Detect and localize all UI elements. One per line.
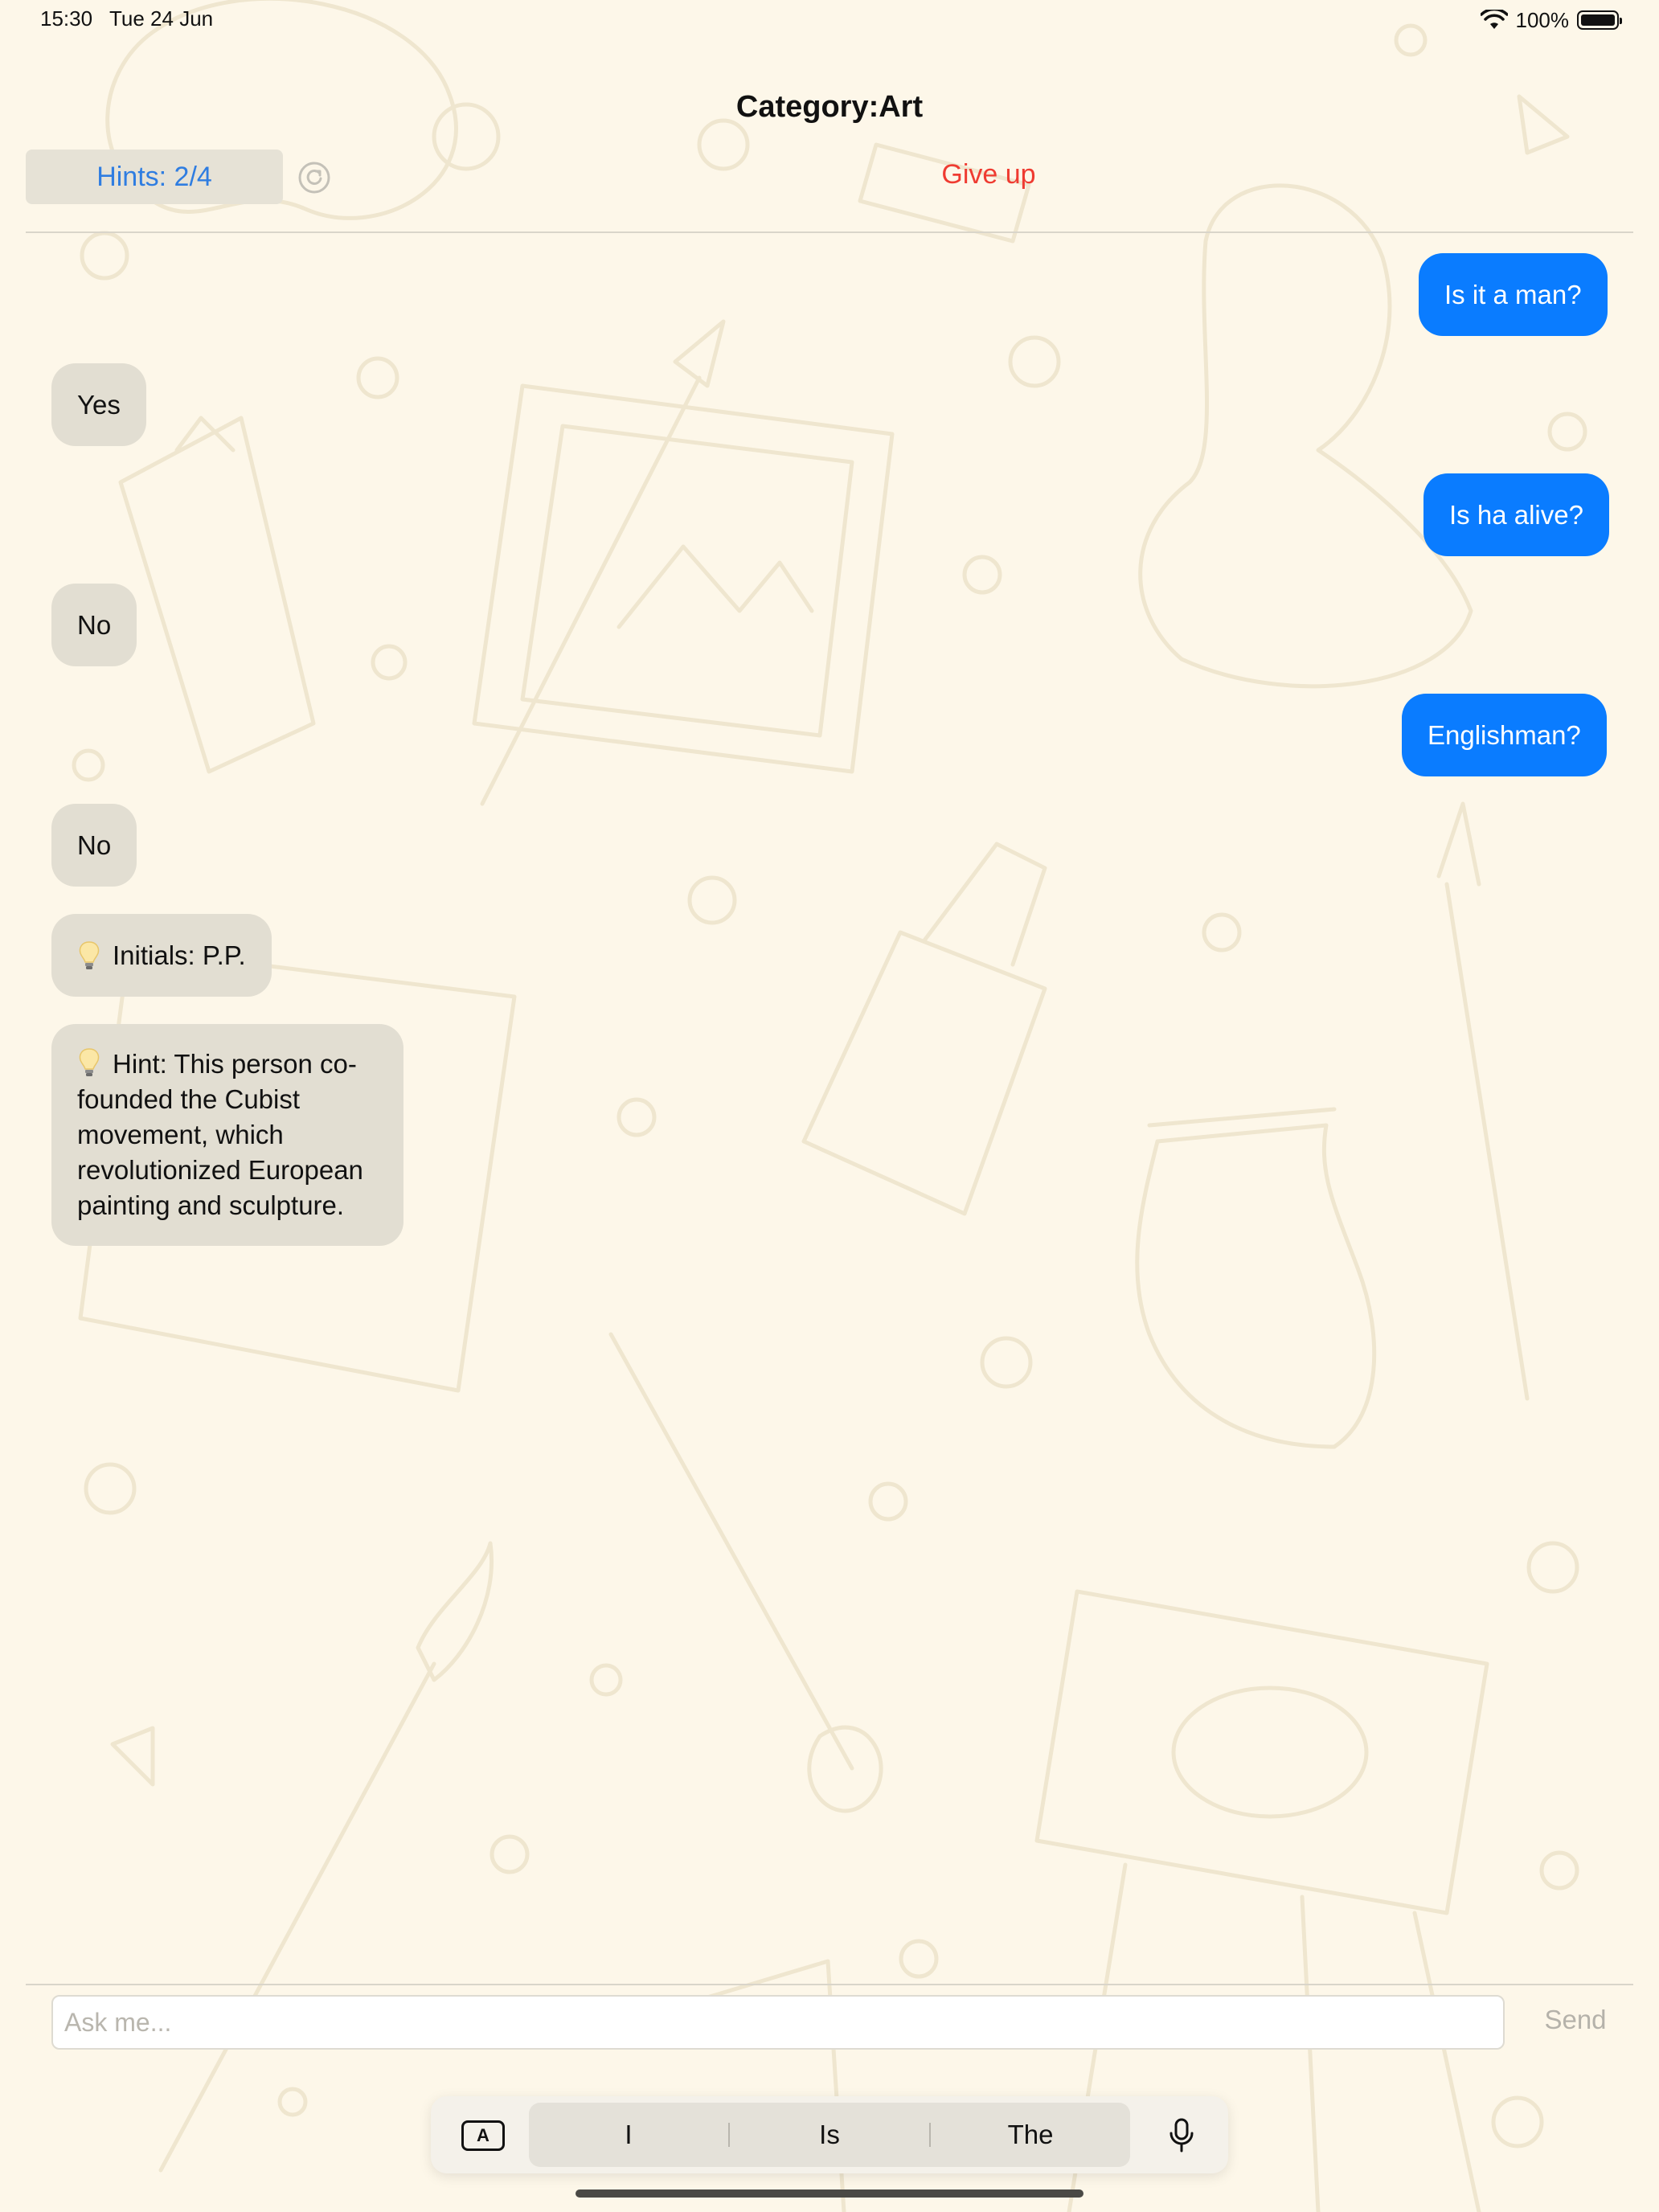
keyboard-suggestion-bar: A I Is The <box>431 2096 1228 2173</box>
message-text: No <box>77 609 112 640</box>
message-bubble-outgoing: Englishman? <box>1402 694 1607 776</box>
message-bubble-outgoing: Is ha alive? <box>1423 473 1609 556</box>
battery-percentage: 100% <box>1515 7 1570 32</box>
status-time: 15:30 <box>40 6 93 31</box>
suggestion-word[interactable]: The <box>931 2120 1130 2150</box>
battery-icon <box>1577 10 1622 30</box>
composer-divider <box>26 1984 1633 1985</box>
lightbulb-icon <box>79 940 100 969</box>
message-bubble-incoming: No <box>51 584 137 666</box>
wifi-icon <box>1480 10 1508 29</box>
microphone-icon[interactable] <box>1165 2117 1198 2154</box>
give-up-button[interactable]: Give up <box>908 159 1069 190</box>
message-text: Initials: P.P. <box>113 940 246 970</box>
message-text: Englishman? <box>1428 719 1581 750</box>
page-title: Category:Art <box>735 90 924 124</box>
home-indicator[interactable] <box>576 2189 1083 2198</box>
refresh-icon[interactable] <box>297 161 331 195</box>
lightbulb-icon <box>79 1048 100 1076</box>
hint-bubble: Hint: This person co-founded the Cubist … <box>51 1024 403 1246</box>
hint-bubble: Initials: P.P. <box>51 914 272 997</box>
keyboard-toggle-icon[interactable]: A <box>461 2120 505 2151</box>
message-text: Hint: This person co-founded the Cubist … <box>77 1049 363 1220</box>
suggestion-word[interactable]: I <box>529 2120 728 2150</box>
send-button[interactable]: Send <box>1527 2005 1624 2035</box>
status-date: Tue 24 Jun <box>109 6 214 31</box>
message-text: Is it a man? <box>1444 279 1582 309</box>
suggestion-word[interactable]: Is <box>730 2120 929 2150</box>
message-bubble-incoming: No <box>51 804 137 887</box>
suggestion-strip: I Is The <box>529 2103 1130 2167</box>
status-indicators: 100% <box>1480 6 1622 34</box>
message-text: No <box>77 830 112 860</box>
header-divider <box>26 231 1633 233</box>
hints-button[interactable]: Hints: 2/4 <box>26 150 283 204</box>
message-bubble-incoming: Yes <box>51 363 146 446</box>
message-bubble-outgoing: Is it a man? <box>1419 253 1608 336</box>
message-text: Yes <box>77 389 121 420</box>
ask-input[interactable] <box>51 1995 1505 2050</box>
message-text: Is ha alive? <box>1449 499 1583 530</box>
